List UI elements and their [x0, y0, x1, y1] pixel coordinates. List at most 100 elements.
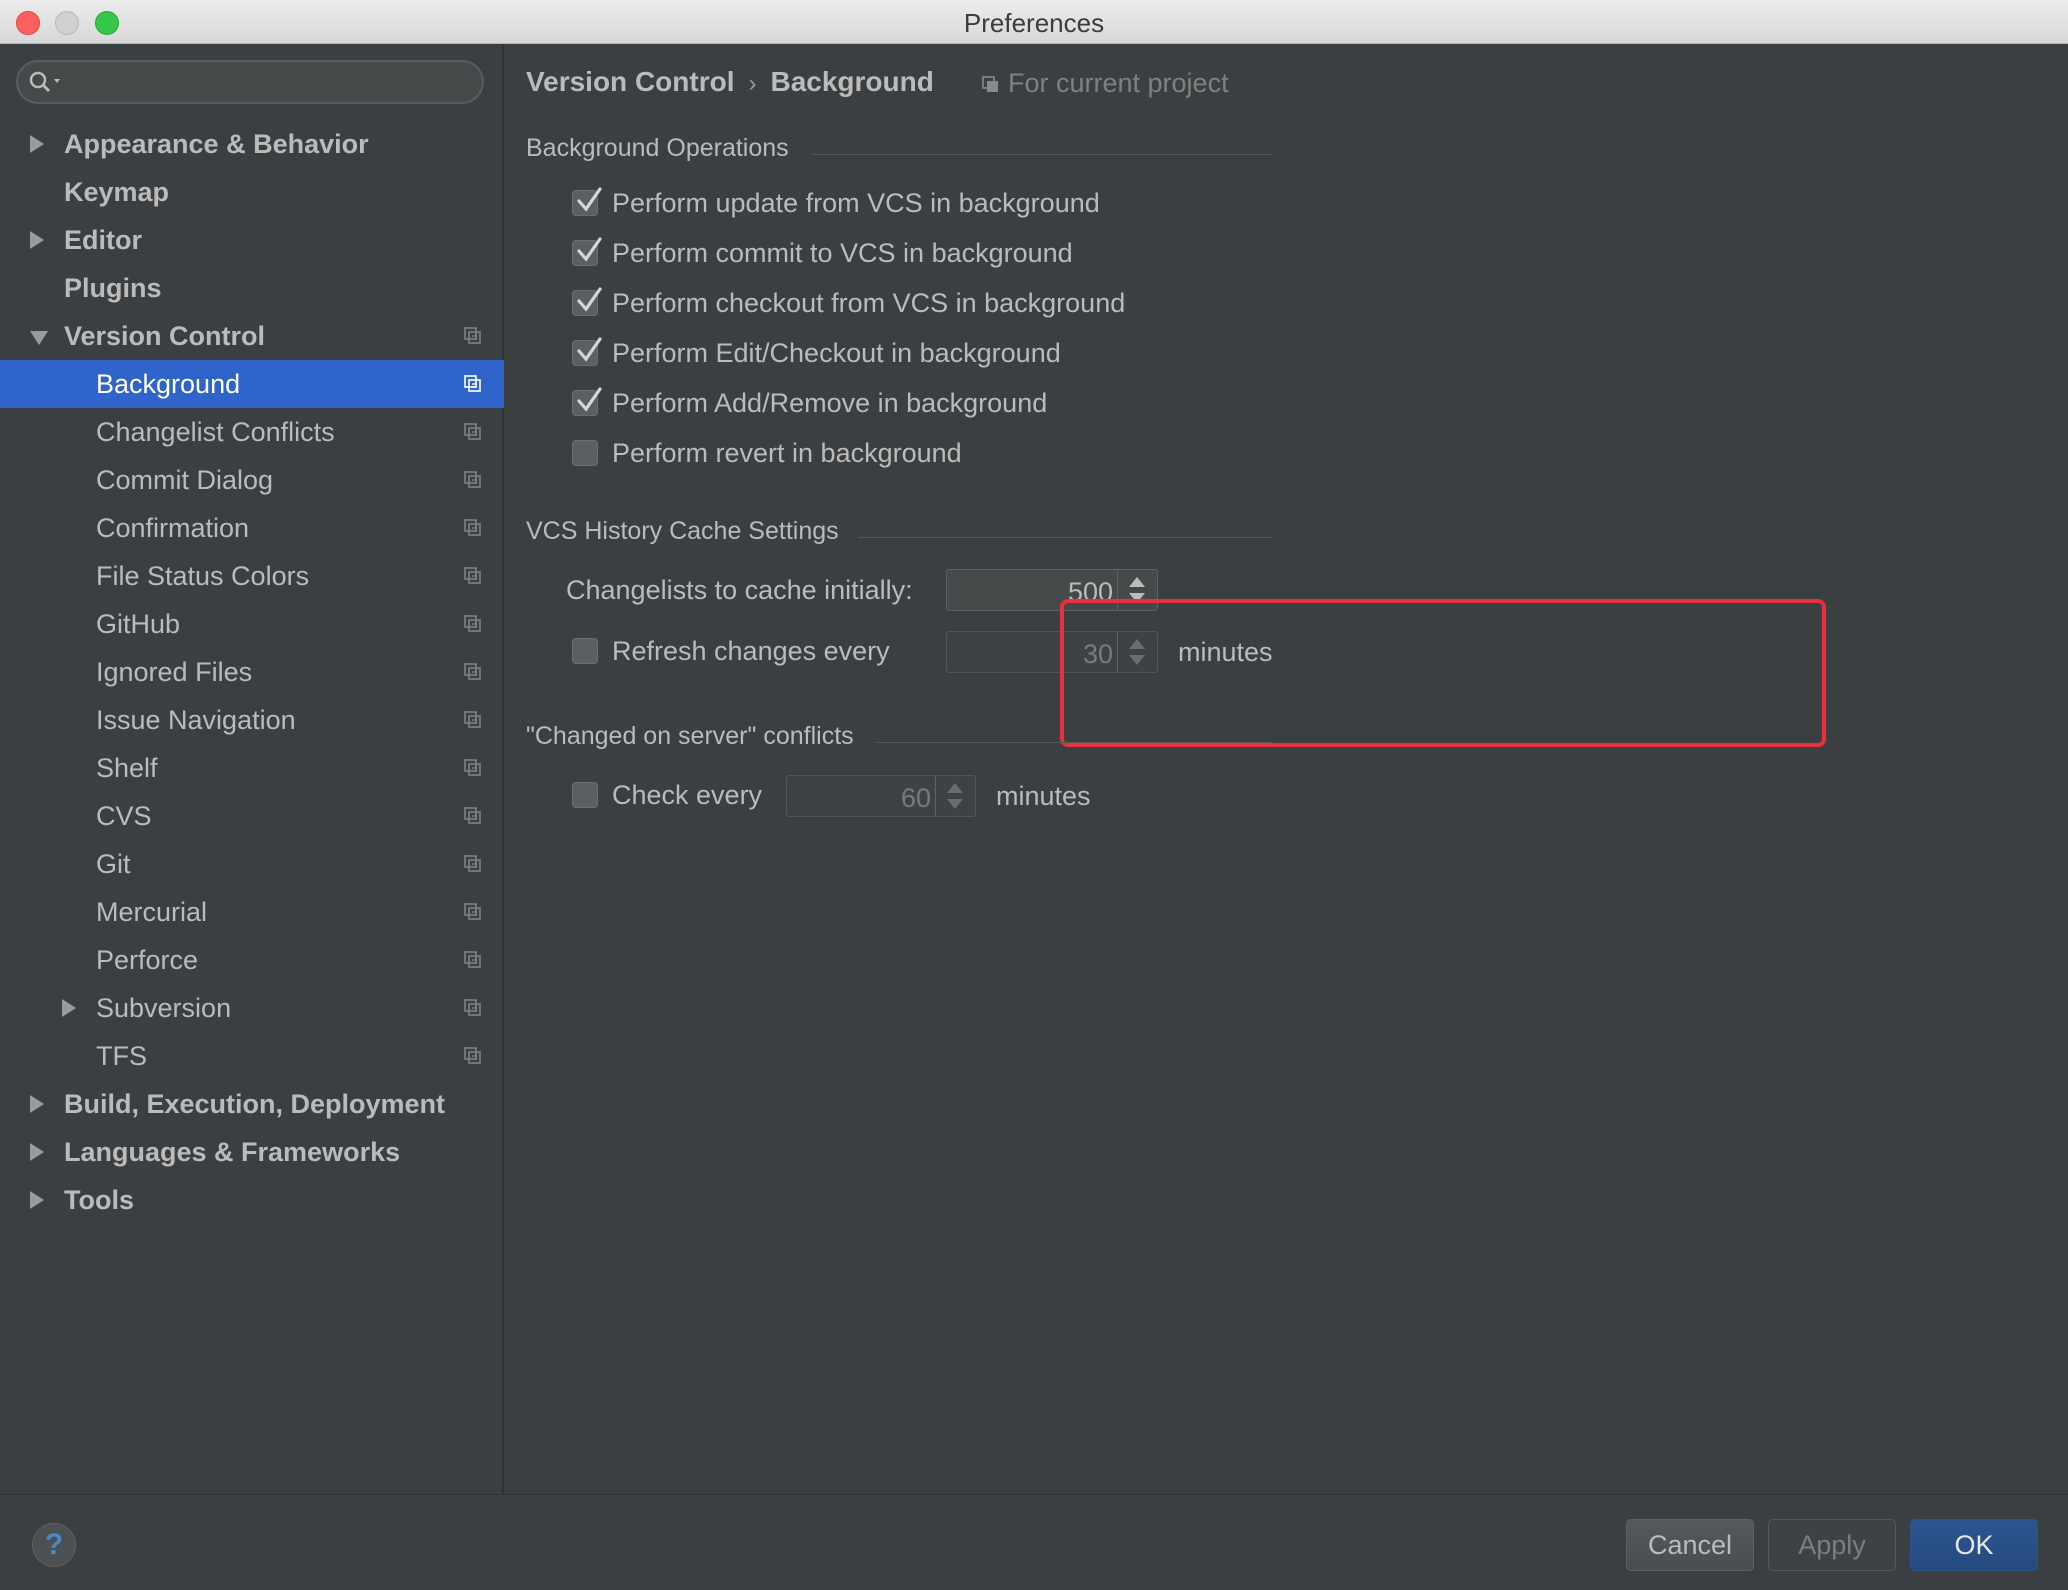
- sidebar-item-label: Commit Dialog: [96, 465, 274, 495]
- refresh-changes-checkbox[interactable]: Refresh changes every: [572, 630, 912, 670]
- cancel-button[interactable]: Cancel: [1626, 1519, 1754, 1571]
- background-option-checkbox[interactable]: Perform revert in background: [572, 432, 1272, 472]
- sidebar-item-label: Plugins: [64, 273, 162, 303]
- sidebar-item[interactable]: Git: [0, 840, 504, 888]
- check-every-checkbox[interactable]: Check every: [572, 774, 772, 814]
- sidebar-item[interactable]: Version Control: [0, 312, 504, 360]
- sidebar-item[interactable]: Background: [0, 360, 504, 408]
- sidebar-item-label: Ignored Files: [96, 657, 253, 687]
- sidebar-item[interactable]: Changelist Conflicts: [0, 408, 504, 456]
- spinner-arrows[interactable]: [935, 776, 975, 816]
- sidebar-item-label: Confirmation: [96, 513, 250, 543]
- checkmark-icon: [577, 387, 602, 412]
- background-option-label: Perform checkout from VCS in background: [612, 288, 1126, 318]
- checkbox-box[interactable]: [572, 782, 598, 808]
- sidebar-item[interactable]: Mercurial: [0, 888, 504, 936]
- background-option-label: Perform Edit/Checkout in background: [612, 338, 1061, 368]
- search-icon: [29, 71, 60, 93]
- sidebar-item[interactable]: Issue Navigation: [0, 696, 504, 744]
- increment-icon[interactable]: [1129, 577, 1145, 587]
- background-option-checkbox[interactable]: Perform Edit/Checkout in background: [572, 332, 1272, 372]
- background-option-checkbox[interactable]: Perform Add/Remove in background: [572, 382, 1272, 422]
- section-divider: [858, 537, 1272, 538]
- sidebar-item[interactable]: Ignored Files: [0, 648, 504, 696]
- sidebar-item[interactable]: Editor: [0, 216, 504, 264]
- decrement-icon[interactable]: [947, 799, 963, 809]
- sidebar-item[interactable]: Shelf: [0, 744, 504, 792]
- check-interval-value[interactable]: 60: [901, 783, 931, 814]
- section-divider: [876, 742, 1272, 743]
- sidebar-item-label: GitHub: [96, 609, 181, 639]
- project-icon: [464, 903, 481, 920]
- sidebar-item[interactable]: CVS: [0, 792, 504, 840]
- checkbox-box[interactable]: [572, 337, 602, 366]
- background-option-label: Perform update from VCS in background: [612, 188, 1100, 218]
- apply-button[interactable]: Apply: [1768, 1519, 1896, 1571]
- checkbox-box[interactable]: [572, 287, 602, 316]
- background-operations-title: Background Operations: [526, 134, 789, 162]
- project-icon: [464, 327, 481, 344]
- breadcrumb-separator: ›: [748, 70, 757, 97]
- background-option-checkbox[interactable]: Perform checkout from VCS in background: [572, 282, 1272, 322]
- project-icon: [464, 375, 481, 392]
- highlight-box: [1060, 599, 1826, 747]
- sidebar-item-label: Subversion: [96, 993, 232, 1023]
- server-conflicts-title: "Changed on server" conflicts: [526, 722, 854, 750]
- project-icon: [982, 76, 998, 92]
- sidebar-item-label: Version Control: [64, 321, 266, 351]
- history-cache-title: VCS History Cache Settings: [526, 517, 839, 545]
- help-button[interactable]: ?: [32, 1523, 76, 1567]
- chevron-right-icon[interactable]: [30, 1143, 44, 1161]
- project-icon: [464, 759, 481, 776]
- sidebar-item[interactable]: Build, Execution, Deployment: [0, 1080, 504, 1128]
- sidebar-item[interactable]: Languages & Frameworks: [0, 1128, 504, 1176]
- project-icon: [464, 999, 481, 1016]
- checkbox-box[interactable]: [572, 237, 602, 266]
- sidebar-item[interactable]: Keymap: [0, 168, 504, 216]
- checkmark-icon: [577, 237, 602, 262]
- sidebar-item-label: Appearance & Behavior: [64, 129, 369, 159]
- chevron-right-icon[interactable]: [30, 1095, 44, 1113]
- background-option-label: Perform commit to VCS in background: [612, 238, 1073, 268]
- chevron-down-icon[interactable]: [30, 331, 48, 345]
- chevron-right-icon[interactable]: [62, 999, 76, 1017]
- ok-button[interactable]: OK: [1910, 1519, 2038, 1571]
- scope-indicator: For current project: [982, 68, 1229, 99]
- project-icon: [464, 663, 481, 680]
- chevron-right-icon[interactable]: [30, 135, 44, 153]
- sidebar-item-label: Mercurial: [96, 897, 208, 927]
- checkbox-box[interactable]: [572, 387, 602, 416]
- checkbox-box[interactable]: [572, 440, 598, 466]
- chevron-right-icon[interactable]: [30, 231, 44, 249]
- project-icon: [464, 1047, 481, 1064]
- search-input[interactable]: [16, 60, 484, 104]
- breadcrumb-parent[interactable]: Version Control: [526, 66, 734, 97]
- checkmark-icon: [577, 337, 602, 362]
- sidebar-item[interactable]: Plugins: [0, 264, 504, 312]
- sidebar-item-label: Git: [96, 849, 131, 879]
- sidebar-item-label: Languages & Frameworks: [64, 1137, 401, 1167]
- increment-icon[interactable]: [947, 783, 963, 793]
- sidebar-item[interactable]: TFS: [0, 1032, 504, 1080]
- check-interval-spinner[interactable]: 60: [786, 775, 976, 817]
- chevron-right-icon[interactable]: [30, 1191, 44, 1209]
- sidebar-item[interactable]: Confirmation: [0, 504, 504, 552]
- sidebar-item[interactable]: Subversion: [0, 984, 504, 1032]
- background-option-checkbox[interactable]: Perform commit to VCS in background: [572, 232, 1272, 272]
- sidebar-item[interactable]: Perforce: [0, 936, 504, 984]
- sidebar-item[interactable]: GitHub: [0, 600, 504, 648]
- sidebar-item-label: Perforce: [96, 945, 199, 975]
- sidebar-item[interactable]: Commit Dialog: [0, 456, 504, 504]
- title-bar: Preferences: [0, 0, 2068, 44]
- sidebar-item[interactable]: File Status Colors: [0, 552, 504, 600]
- sidebar-item-label: File Status Colors: [96, 561, 310, 591]
- sidebar-item[interactable]: Tools: [0, 1176, 504, 1224]
- project-icon: [464, 855, 481, 872]
- checkbox-box[interactable]: [572, 187, 602, 216]
- checkbox-box[interactable]: [572, 638, 598, 664]
- window-title: Preferences: [963, 8, 1105, 38]
- background-option-checkbox[interactable]: Perform update from VCS in background: [572, 182, 1272, 222]
- settings-content: Version Control › Background For current p…: [506, 44, 2068, 1494]
- sidebar-item[interactable]: Appearance & Behavior: [0, 120, 504, 168]
- project-icon: [464, 711, 481, 728]
